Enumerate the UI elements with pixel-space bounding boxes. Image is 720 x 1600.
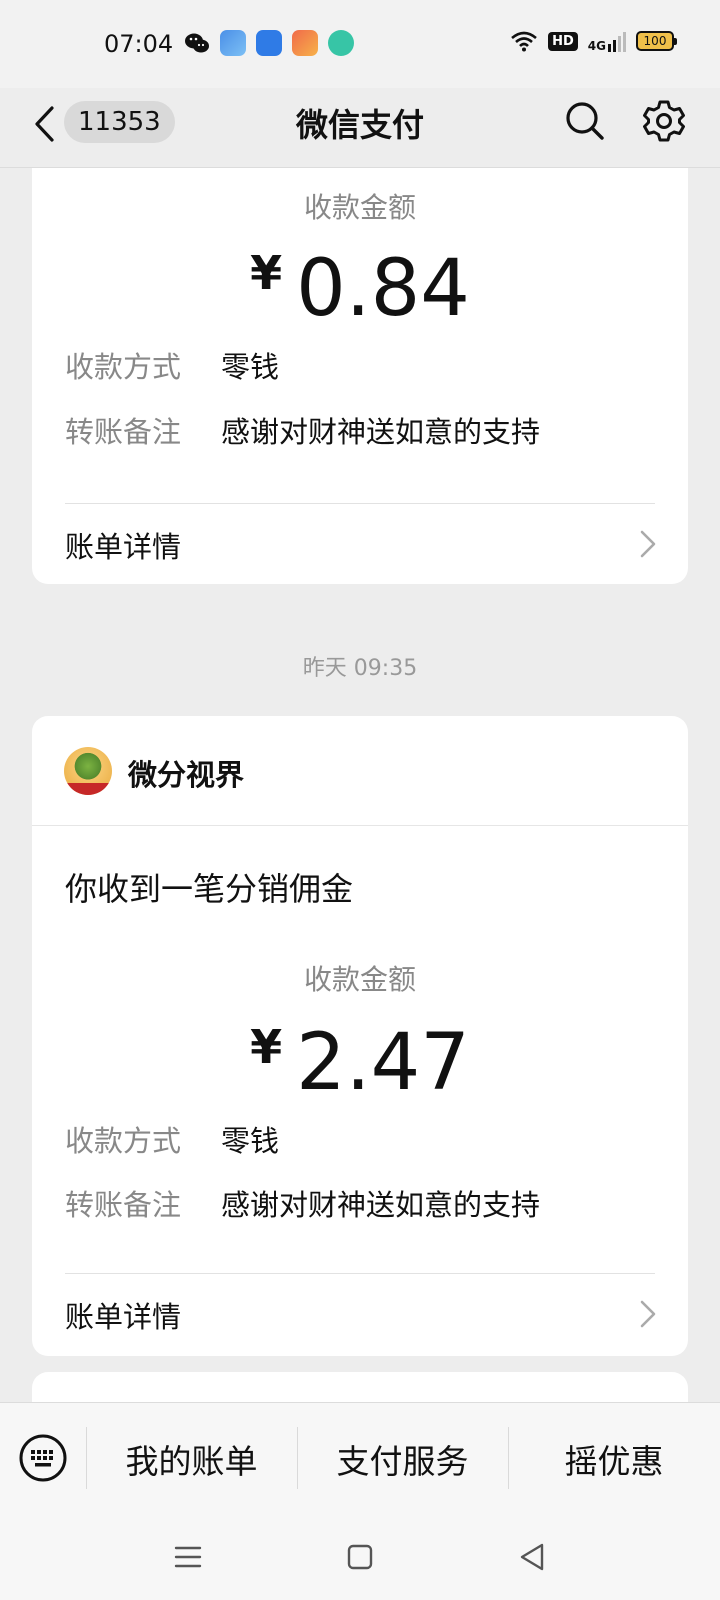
menu-item-payment-services[interactable]: 支付服务 (297, 1435, 508, 1483)
status-bar: 07:04 HD 4G 100 (0, 0, 720, 88)
transfer-note-key: 转账备注 (65, 415, 182, 449)
system-home-button[interactable] (343, 1540, 377, 1574)
gear-icon (643, 100, 685, 142)
menu-item-my-bills[interactable]: 我的账单 (86, 1435, 297, 1483)
wechat-icon (184, 30, 210, 56)
keyboard-icon (19, 1434, 67, 1482)
message-app-icon (328, 30, 354, 56)
status-time: 07:04 (104, 30, 174, 58)
merchant-name: 微分视界 (128, 758, 245, 792)
amount-value: ¥0.84 (32, 244, 688, 334)
system-navigation-bar (0, 1512, 720, 1600)
merchant-avatar (64, 747, 112, 795)
chevron-right-icon (640, 530, 656, 558)
hd-badge: HD (548, 31, 578, 51)
network-type: 4G (587, 39, 606, 53)
transfer-note-row: 转账备注 感谢对财神送如意的支持 (65, 1182, 540, 1224)
currency-symbol: ¥ (250, 1020, 283, 1074)
menu-item-shake-offers[interactable]: 摇优惠 (508, 1435, 720, 1483)
wechat-pay-chat-screen: 07:04 HD 4G 100 11353 微信支付 收款金额 ¥ 0.84 收… (0, 0, 720, 1600)
payment-method-value: 零钱 (221, 350, 280, 384)
battery-icon: 100 (636, 31, 677, 51)
payment-message-card: 微分视界 你收到一笔分销佣金 收款金额 ¥2.47 收款方式 零钱 转账备注 感… (32, 716, 688, 1356)
payment-message-card: 收款金额 ¥0.84 收款方式 零钱 转账备注 感谢对财神送如意的支持 账单详情 (32, 168, 688, 584)
weather-app-icon (220, 30, 246, 56)
battery-level: 100 (643, 34, 667, 48)
transfer-note-value: 感谢对财神送如意的支持 (221, 1188, 541, 1222)
system-menu-button[interactable] (171, 1540, 205, 1574)
payment-method-row: 收款方式 零钱 (65, 344, 279, 386)
chevron-left-icon (35, 106, 54, 142)
payment-method-value: 零钱 (221, 1124, 280, 1158)
menu-icon (174, 1546, 202, 1568)
amount-label: 收款金额 (303, 963, 416, 996)
home-icon (347, 1544, 373, 1570)
message-timestamp: 昨天 09:35 (302, 656, 418, 681)
unread-count-badge[interactable]: 11353 (64, 101, 175, 143)
files-app-icon (256, 30, 282, 56)
merchant-header[interactable]: 微分视界 (32, 716, 688, 826)
amount-number: 2.47 (296, 1018, 470, 1108)
bill-details-label: 账单详情 (65, 530, 182, 564)
search-button[interactable] (562, 98, 608, 144)
status-indicators: HD 4G 100 (510, 30, 677, 52)
transfer-note-value: 感谢对财神送如意的支持 (221, 415, 541, 449)
bill-details-link[interactable]: 账单详情 (32, 504, 688, 584)
amount-value: ¥2.47 (32, 1018, 688, 1108)
search-icon (566, 102, 604, 140)
currency-symbol: ¥ (250, 246, 283, 300)
game-app-icon (292, 30, 318, 56)
amount-number: 0.84 (296, 244, 470, 334)
system-back-button[interactable] (516, 1540, 550, 1574)
payment-method-key: 收款方式 (65, 350, 182, 384)
wifi-icon (511, 31, 537, 52)
transfer-note-row: 转账备注 感谢对财神送如意的支持 (65, 409, 540, 451)
bill-details-label: 账单详情 (65, 1300, 182, 1334)
transfer-note-key: 转账备注 (65, 1188, 182, 1222)
notice-title: 你收到一笔分销佣金 (65, 870, 354, 908)
payment-method-key: 收款方式 (65, 1124, 182, 1158)
bill-details-link[interactable]: 账单详情 (32, 1274, 688, 1354)
bottom-menu: 我的账单 支付服务 摇优惠 (0, 1402, 720, 1512)
keyboard-toggle-button[interactable] (18, 1433, 68, 1483)
back-button[interactable] (26, 102, 62, 146)
settings-button[interactable] (641, 98, 687, 144)
status-app-icons (184, 30, 354, 56)
payment-method-row: 收款方式 零钱 (65, 1118, 279, 1160)
back-triangle-icon (520, 1543, 544, 1571)
amount-label: 收款金额 (303, 191, 416, 224)
chevron-right-icon (640, 1300, 656, 1328)
cell-signal-icon: 4G (588, 30, 626, 52)
nav-bar: 11353 微信支付 (0, 88, 720, 168)
